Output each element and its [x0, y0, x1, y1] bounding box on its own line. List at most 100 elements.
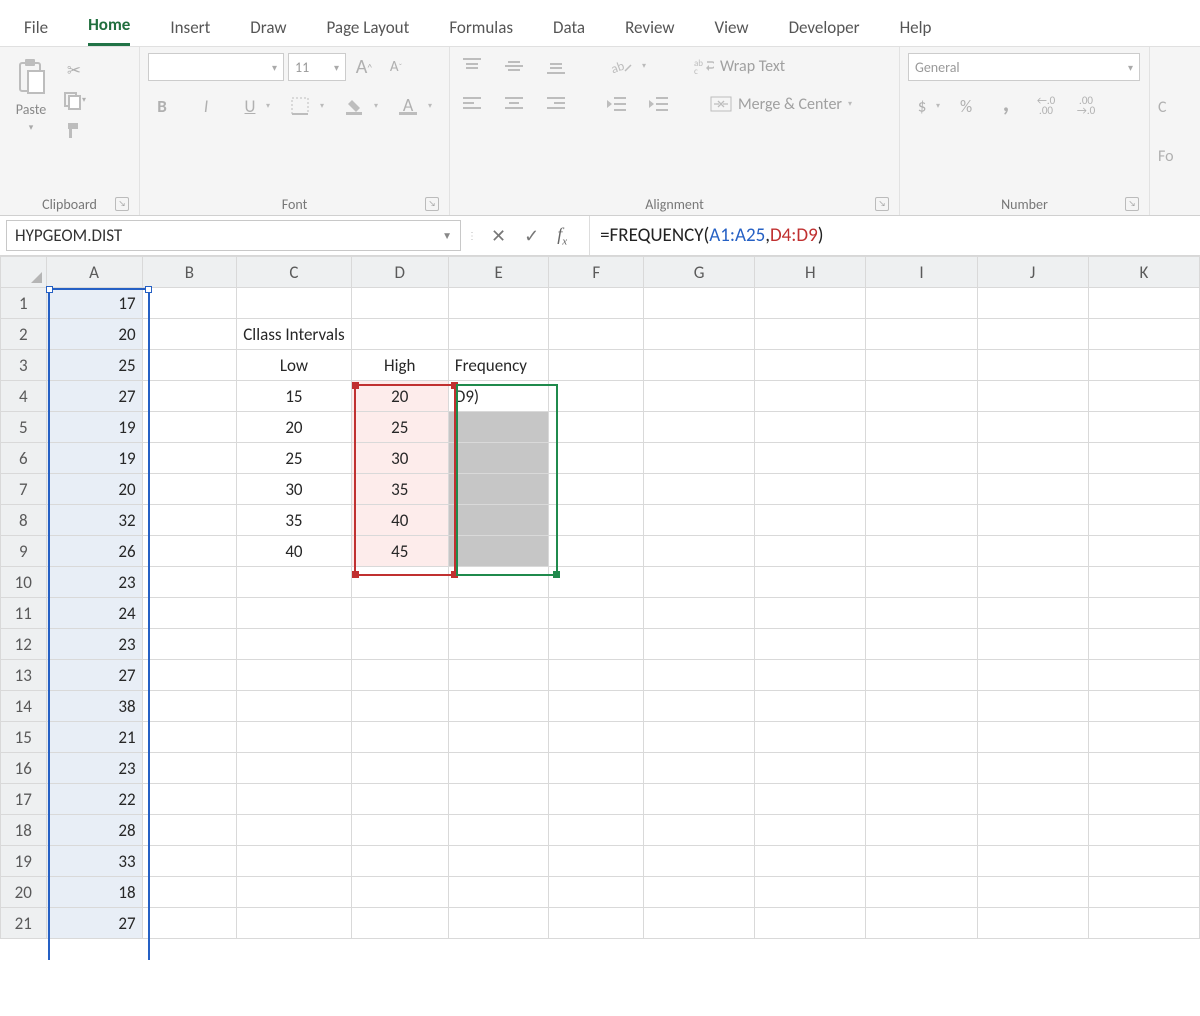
- accounting-format-button[interactable]: $: [908, 93, 936, 119]
- clipboard-dialog-launcher[interactable]: ↘: [115, 197, 129, 211]
- cell-I12[interactable]: [866, 629, 977, 660]
- align-bottom-icon[interactable]: [542, 53, 570, 79]
- decrease-font-icon[interactable]: Aˇ: [382, 54, 410, 80]
- cell-C1[interactable]: [237, 288, 351, 319]
- font-name-combo[interactable]: ▾: [148, 53, 284, 81]
- orientation-icon[interactable]: ab: [608, 53, 636, 79]
- cell-F20[interactable]: [549, 877, 644, 908]
- cell-J12[interactable]: [977, 629, 1088, 660]
- cell-G15[interactable]: [644, 722, 755, 753]
- cell-G12[interactable]: [644, 629, 755, 660]
- cell-J11[interactable]: [977, 598, 1088, 629]
- cell-K10[interactable]: [1088, 567, 1199, 598]
- row-header-9[interactable]: 9: [1, 536, 47, 567]
- cell-F17[interactable]: [549, 784, 644, 815]
- cell-B16[interactable]: [142, 753, 237, 784]
- cell-F5[interactable]: [549, 412, 644, 443]
- cell-H4[interactable]: [755, 381, 866, 412]
- cell-K11[interactable]: [1088, 598, 1199, 629]
- merge-center-button[interactable]: Merge & Center ▾: [710, 95, 852, 114]
- cell-H10[interactable]: [755, 567, 866, 598]
- cell-G3[interactable]: [644, 350, 755, 381]
- cell-G18[interactable]: [644, 815, 755, 846]
- cell-I7[interactable]: [866, 474, 977, 505]
- cell-I8[interactable]: [866, 505, 977, 536]
- cell-B15[interactable]: [142, 722, 237, 753]
- cell-B3[interactable]: [142, 350, 237, 381]
- cell-B1[interactable]: [142, 288, 237, 319]
- cell-F4[interactable]: [549, 381, 644, 412]
- wrap-text-button[interactable]: abc Wrap Text: [694, 57, 785, 76]
- cell-K5[interactable]: [1088, 412, 1199, 443]
- increase-indent-icon[interactable]: [644, 91, 672, 117]
- cell-E8[interactable]: [448, 505, 549, 536]
- cell-C9[interactable]: 40: [237, 536, 351, 567]
- cell-H17[interactable]: [755, 784, 866, 815]
- cell-K2[interactable]: [1088, 319, 1199, 350]
- cell-K9[interactable]: [1088, 536, 1199, 567]
- copy-icon[interactable]: ▾: [60, 87, 88, 113]
- align-left-icon[interactable]: [458, 91, 486, 117]
- cell-I21[interactable]: [866, 908, 977, 939]
- cell-G1[interactable]: [644, 288, 755, 319]
- cell-A20[interactable]: 18: [46, 877, 142, 908]
- cell-H20[interactable]: [755, 877, 866, 908]
- row-header-7[interactable]: 7: [1, 474, 47, 505]
- cell-C14[interactable]: [237, 691, 351, 722]
- cell-I17[interactable]: [866, 784, 977, 815]
- font-dialog-launcher[interactable]: ↘: [425, 197, 439, 211]
- tab-file[interactable]: File: [24, 17, 48, 46]
- tab-draw[interactable]: Draw: [250, 17, 286, 46]
- cell-I10[interactable]: [866, 567, 977, 598]
- cell-H12[interactable]: [755, 629, 866, 660]
- cell-H2[interactable]: [755, 319, 866, 350]
- cell-K16[interactable]: [1088, 753, 1199, 784]
- cell-A3[interactable]: 25: [46, 350, 142, 381]
- decrease-decimal-button[interactable]: .00→.0: [1072, 93, 1100, 119]
- cell-C13[interactable]: [237, 660, 351, 691]
- cell-K18[interactable]: [1088, 815, 1199, 846]
- cell-B12[interactable]: [142, 629, 237, 660]
- cell-D3[interactable]: High: [351, 350, 448, 381]
- row-header-4[interactable]: 4: [1, 381, 47, 412]
- tab-help[interactable]: Help: [900, 17, 932, 46]
- col-header-B[interactable]: B: [142, 257, 237, 288]
- cell-D17[interactable]: [351, 784, 448, 815]
- row-header-6[interactable]: 6: [1, 443, 47, 474]
- cell-J21[interactable]: [977, 908, 1088, 939]
- formula-bar[interactable]: =FREQUENCY(A1:A25,D4:D9): [589, 216, 1200, 255]
- cell-F7[interactable]: [549, 474, 644, 505]
- cell-D20[interactable]: [351, 877, 448, 908]
- cell-G7[interactable]: [644, 474, 755, 505]
- cell-G4[interactable]: [644, 381, 755, 412]
- percent-format-button[interactable]: %: [952, 93, 980, 119]
- cell-C5[interactable]: 20: [237, 412, 351, 443]
- cell-H18[interactable]: [755, 815, 866, 846]
- col-header-I[interactable]: I: [866, 257, 977, 288]
- cell-A2[interactable]: 20: [46, 319, 142, 350]
- cell-J5[interactable]: [977, 412, 1088, 443]
- row-header-13[interactable]: 13: [1, 660, 47, 691]
- col-header-C[interactable]: C: [237, 257, 351, 288]
- cell-C8[interactable]: 35: [237, 505, 351, 536]
- cell-H21[interactable]: [755, 908, 866, 939]
- cell-G11[interactable]: [644, 598, 755, 629]
- cell-B9[interactable]: [142, 536, 237, 567]
- cell-E6[interactable]: [448, 443, 549, 474]
- cell-D9[interactable]: 45: [351, 536, 448, 567]
- borders-button[interactable]: [286, 93, 314, 119]
- cell-G16[interactable]: [644, 753, 755, 784]
- cell-G20[interactable]: [644, 877, 755, 908]
- tab-review[interactable]: Review: [625, 17, 674, 46]
- cell-H1[interactable]: [755, 288, 866, 319]
- cell-C4[interactable]: 15: [237, 381, 351, 412]
- number-dialog-launcher[interactable]: ↘: [1125, 197, 1139, 211]
- cell-B11[interactable]: [142, 598, 237, 629]
- cell-D18[interactable]: [351, 815, 448, 846]
- cell-E17[interactable]: [448, 784, 549, 815]
- cell-E4[interactable]: D9): [448, 381, 549, 412]
- cell-C17[interactable]: [237, 784, 351, 815]
- row-header-12[interactable]: 12: [1, 629, 47, 660]
- col-header-F[interactable]: F: [549, 257, 644, 288]
- cell-D4[interactable]: 20: [351, 381, 448, 412]
